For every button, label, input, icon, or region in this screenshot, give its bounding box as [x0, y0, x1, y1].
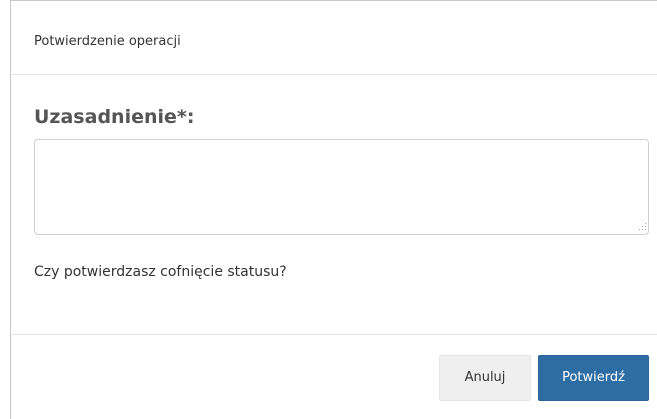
dialog-title: Potwierdzenie operacji [34, 34, 181, 49]
justification-label: Uzasadnienie*: [34, 106, 195, 128]
confirmation-dialog: Potwierdzenie operacji Uzasadnienie*: Cz… [10, 0, 657, 419]
dialog-header: Potwierdzenie operacji [11, 1, 657, 75]
justification-textarea[interactable] [34, 139, 649, 235]
confirmation-question: Czy potwierdzasz cofnięcie statusu? [34, 264, 287, 280]
cancel-button[interactable]: Anuluj [439, 355, 531, 401]
confirm-button[interactable]: Potwierdź [538, 355, 649, 401]
resize-grip-icon[interactable] [637, 221, 647, 231]
page: Potwierdzenie operacji Uzasadnienie*: Cz… [0, 0, 657, 419]
